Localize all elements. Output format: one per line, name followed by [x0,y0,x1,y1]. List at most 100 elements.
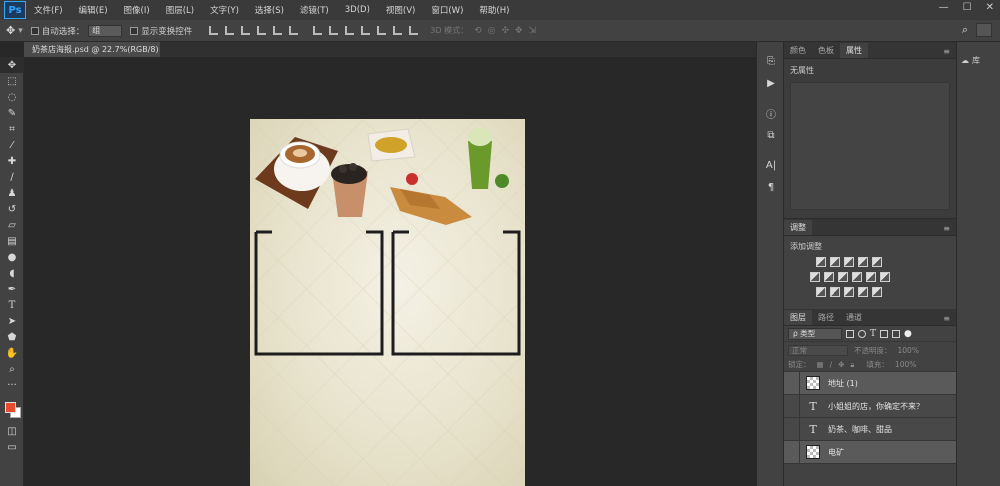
panel-menu-icon[interactable]: ≡ [943,47,950,56]
move-tool-icon[interactable]: ✥ [6,24,15,37]
menu-3d[interactable]: 3D(D) [337,5,378,15]
document-tab[interactable]: 奶茶店海报.psd @ 22.7%(RGB/8) * × [24,42,160,69]
character-icon[interactable]: A| [757,154,785,176]
play-action-icon[interactable]: ▶ [757,72,785,94]
auto-align-icon[interactable] [409,26,419,35]
tab-paths[interactable]: 路径 [812,310,840,325]
color-lookup-icon[interactable] [880,272,890,282]
distribute-left-icon[interactable] [361,26,371,35]
layer-row[interactable]: 电矿 [784,440,956,464]
pen-tool-icon[interactable]: ✒ [0,281,24,297]
align-hcenter-icon[interactable] [273,26,283,35]
show-transform-checkbox[interactable] [130,26,139,35]
healing-tool-icon[interactable]: ✚ [0,153,24,169]
layer-row[interactable]: 地址 (1) [784,371,956,395]
visibility-toggle[interactable] [784,394,800,418]
tab-layers[interactable]: 图层 [784,310,812,325]
opacity-value[interactable]: 100% [898,346,919,355]
canvas-area[interactable] [24,57,756,486]
align-left-icon[interactable] [257,26,267,35]
visibility-toggle[interactable] [784,417,800,441]
path-select-tool-icon[interactable]: ➤ [0,313,24,329]
color-balance-icon[interactable] [824,272,834,282]
tab-channels[interactable]: 通道 [840,310,868,325]
gradient-map-icon[interactable] [858,287,868,297]
tab-color[interactable]: 颜色 [784,43,812,58]
menu-image[interactable]: 图像(I) [116,4,158,16]
exposure-icon[interactable] [858,257,868,267]
threshold-icon[interactable] [844,287,854,297]
fill-value[interactable]: 100% [895,360,916,369]
lasso-tool-icon[interactable]: ◌ [0,89,24,105]
move-tool-icon[interactable]: ✥ [0,57,24,73]
menu-file[interactable]: 文件(F) [26,4,71,16]
crop-tool-icon[interactable]: ⌗ [0,121,24,137]
clone-source-icon[interactable]: ⧉ [757,124,785,146]
levels-icon[interactable] [830,257,840,267]
filter-toggle-icon[interactable]: ● [904,329,912,339]
3d-slide-icon[interactable]: ✥ [515,26,523,36]
lock-all-icon[interactable]: 🔒︎ [850,360,854,370]
menu-filter[interactable]: 滤镜(T) [292,4,337,16]
quick-mask-icon[interactable]: ◫ [0,423,24,439]
align-vcenter-icon[interactable] [225,26,235,35]
align-top-icon[interactable] [209,26,219,35]
menu-type[interactable]: 文字(Y) [202,4,247,16]
foreground-color-swatch[interactable] [5,402,16,413]
black-white-icon[interactable] [838,272,848,282]
brightness-contrast-icon[interactable] [816,257,826,267]
visibility-toggle[interactable] [784,371,800,395]
menu-select[interactable]: 选择(S) [247,4,292,16]
posterize-icon[interactable] [830,287,840,297]
tool-preset-chevron-icon[interactable]: ▾ [18,26,23,36]
blend-mode-dropdown[interactable]: 正常 [788,344,848,356]
shape-tool-icon[interactable]: ⬟ [0,329,24,345]
distribute-bottom-icon[interactable] [345,26,355,35]
3d-drag-icon[interactable]: ✣ [501,26,509,36]
lock-move-icon[interactable]: ✥ [838,360,844,369]
libraries-button[interactable]: ☁ 库 [961,52,996,68]
eraser-tool-icon[interactable]: ▱ [0,217,24,233]
tab-properties[interactable]: 属性 [840,43,868,58]
history-brush-tool-icon[interactable]: ↺ [0,201,24,217]
poster-document[interactable] [250,119,525,486]
minimize-icon[interactable]: — [939,2,949,13]
align-bottom-icon[interactable] [241,26,251,35]
lock-brush-icon[interactable]: ∕ [830,360,833,369]
filter-smart-object-icon[interactable] [892,329,901,338]
layer-kind-filter[interactable]: ρ 类型 [788,327,842,340]
tab-adjustments[interactable]: 调整 [784,220,812,235]
filter-pixel-icon[interactable] [846,329,854,338]
auto-select-checkbox[interactable] [30,26,39,35]
menu-view[interactable]: 视图(V) [378,4,423,16]
blur-tool-icon[interactable]: ● [0,249,24,265]
auto-select-dropdown[interactable]: 组 [88,24,123,37]
filter-type-icon[interactable]: T [870,329,876,339]
menu-layer[interactable]: 图层(L) [158,4,202,16]
lock-pixels-icon[interactable]: ▦ [817,360,824,369]
brush-tool-icon[interactable]: ∕ [0,169,24,185]
filter-adjustment-icon[interactable] [858,329,866,338]
hand-tool-icon[interactable]: ✋ [0,345,24,361]
marquee-tool-icon[interactable]: ⬚ [0,73,24,89]
filter-shape-icon[interactable] [880,329,889,338]
quick-select-tool-icon[interactable]: ✎ [0,105,24,121]
photo-filter-icon[interactable] [852,272,862,282]
maximize-icon[interactable]: ☐ [963,2,972,13]
screen-mode-icon[interactable]: ▭ [0,439,24,455]
align-right-icon[interactable] [289,26,299,35]
more-tools-icon[interactable]: ··· [0,377,24,393]
distribute-right-icon[interactable] [393,26,403,35]
3d-roll-icon[interactable]: ◎ [488,26,496,36]
tab-swatches[interactable]: 色板 [812,43,840,58]
stamp-tool-icon[interactable]: ♟ [0,185,24,201]
layer-row[interactable]: T 奶茶、咖啡、甜品 [784,417,956,441]
gradient-tool-icon[interactable]: ▤ [0,233,24,249]
panel-menu-icon[interactable]: ≡ [943,224,950,233]
workspace-switcher[interactable] [976,23,992,37]
type-tool-icon[interactable]: T [0,297,24,313]
paragraph-icon[interactable]: ¶ [757,176,785,198]
dodge-tool-icon[interactable]: ◖ [0,265,24,281]
menu-help[interactable]: 帮助(H) [471,4,517,16]
close-icon[interactable]: ✕ [986,2,994,13]
